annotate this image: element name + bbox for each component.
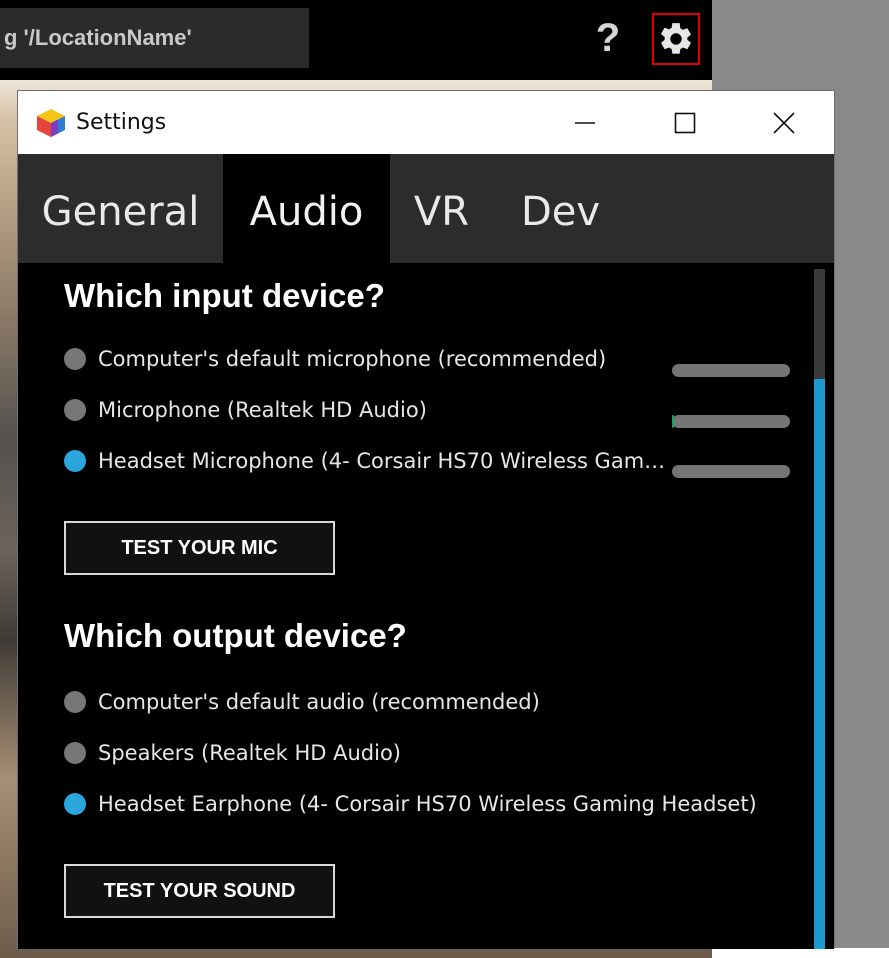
radio-button-selected[interactable]	[64, 450, 86, 472]
audio-settings-panel: Which input device? Computer's default m…	[18, 263, 834, 949]
radio-button[interactable]	[64, 742, 86, 764]
title-bar[interactable]: Settings	[18, 91, 834, 154]
input-option-label: Microphone (Realtek HD Audio)	[98, 398, 427, 422]
test-mic-button[interactable]: TEST YOUR MIC	[64, 521, 335, 575]
maximize-button[interactable]	[635, 91, 735, 154]
output-device-heading: Which output device?	[64, 617, 407, 654]
window-title: Settings	[76, 110, 167, 135]
input-option-headset[interactable]: Headset Microphone (4- Corsair HS70 Wire…	[64, 446, 669, 476]
background-topbar: g '/LocationName' ?	[0, 0, 712, 80]
output-option-label: Headset Earphone (4- Corsair HS70 Wirele…	[98, 792, 757, 816]
tab-dev[interactable]: Dev	[493, 154, 628, 263]
output-option-speakers[interactable]: Speakers (Realtek HD Audio)	[64, 738, 401, 768]
app-icon	[37, 109, 65, 137]
close-button[interactable]	[734, 91, 834, 154]
tab-vr[interactable]: VR	[390, 154, 493, 263]
output-option-label: Speakers (Realtek HD Audio)	[98, 741, 402, 765]
input-option-realtek[interactable]: Microphone (Realtek HD Audio)	[64, 395, 427, 425]
radio-button[interactable]	[64, 348, 86, 370]
settings-window: Settings General Audio VR Dev Which inpu…	[17, 90, 835, 949]
input-option-default[interactable]: Computer's default microphone (recommend…	[64, 344, 606, 374]
tab-general[interactable]: General	[18, 154, 223, 263]
minimize-button[interactable]	[535, 91, 635, 154]
settings-gear-button[interactable]	[652, 13, 700, 65]
output-option-default[interactable]: Computer's default audio (recommended)	[64, 687, 540, 717]
scrollbar-track[interactable]	[814, 269, 825, 949]
help-button[interactable]: ?	[588, 12, 628, 64]
maximize-icon	[674, 112, 696, 133]
input-device-heading: Which input device?	[64, 277, 385, 314]
tab-bar: General Audio VR Dev	[18, 154, 834, 263]
gear-icon	[661, 23, 691, 54]
location-input[interactable]: g '/LocationName'	[0, 8, 309, 68]
input-option-label: Computer's default microphone (recommend…	[98, 347, 607, 371]
input-option-label: Headset Microphone (4- Corsair HS70 Wire…	[98, 449, 669, 473]
radio-button-selected[interactable]	[64, 793, 86, 815]
meter-fill	[672, 415, 675, 428]
input-level-meter	[672, 465, 790, 478]
tab-audio[interactable]: Audio	[223, 154, 390, 263]
minimize-icon	[575, 121, 595, 124]
input-level-meter	[672, 364, 790, 377]
scrollbar-thumb[interactable]	[814, 379, 825, 949]
output-option-headset[interactable]: Headset Earphone (4- Corsair HS70 Wirele…	[64, 789, 757, 819]
input-level-meter	[672, 415, 790, 428]
radio-button[interactable]	[64, 691, 86, 713]
radio-button[interactable]	[64, 399, 86, 421]
output-option-label: Computer's default audio (recommended)	[98, 690, 540, 714]
close-icon	[773, 111, 795, 134]
test-sound-button[interactable]: TEST YOUR SOUND	[64, 864, 335, 918]
